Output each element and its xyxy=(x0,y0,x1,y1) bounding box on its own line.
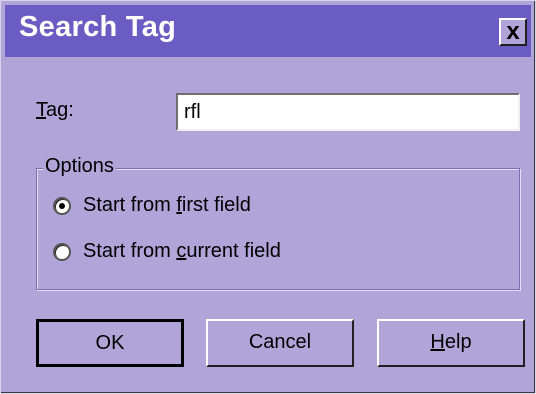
close-icon: x xyxy=(506,18,520,45)
radio-start-current-field[interactable] xyxy=(53,243,71,261)
tag-label: Tag: xyxy=(36,99,74,121)
radio-selected-dot xyxy=(59,203,65,209)
close-button[interactable]: x xyxy=(499,18,527,46)
tag-input[interactable]: rfl xyxy=(176,93,520,131)
radio-start-first-field[interactable] xyxy=(53,197,71,215)
options-groupbox xyxy=(36,168,520,290)
ok-button[interactable]: OK xyxy=(36,319,184,367)
help-button[interactable]: Help xyxy=(377,319,525,367)
radio-label-first-field[interactable]: Start from first field xyxy=(83,194,251,217)
radio-label-current-field[interactable]: Start from current field xyxy=(83,240,281,263)
cancel-button[interactable]: Cancel xyxy=(206,319,354,367)
title-bar[interactable]: Search Tag x xyxy=(5,5,531,57)
window-title: Search Tag xyxy=(19,11,177,43)
options-group-label: Options xyxy=(43,155,116,178)
search-tag-dialog: Search Tag x Tag: rfl Options Start from… xyxy=(0,0,536,394)
